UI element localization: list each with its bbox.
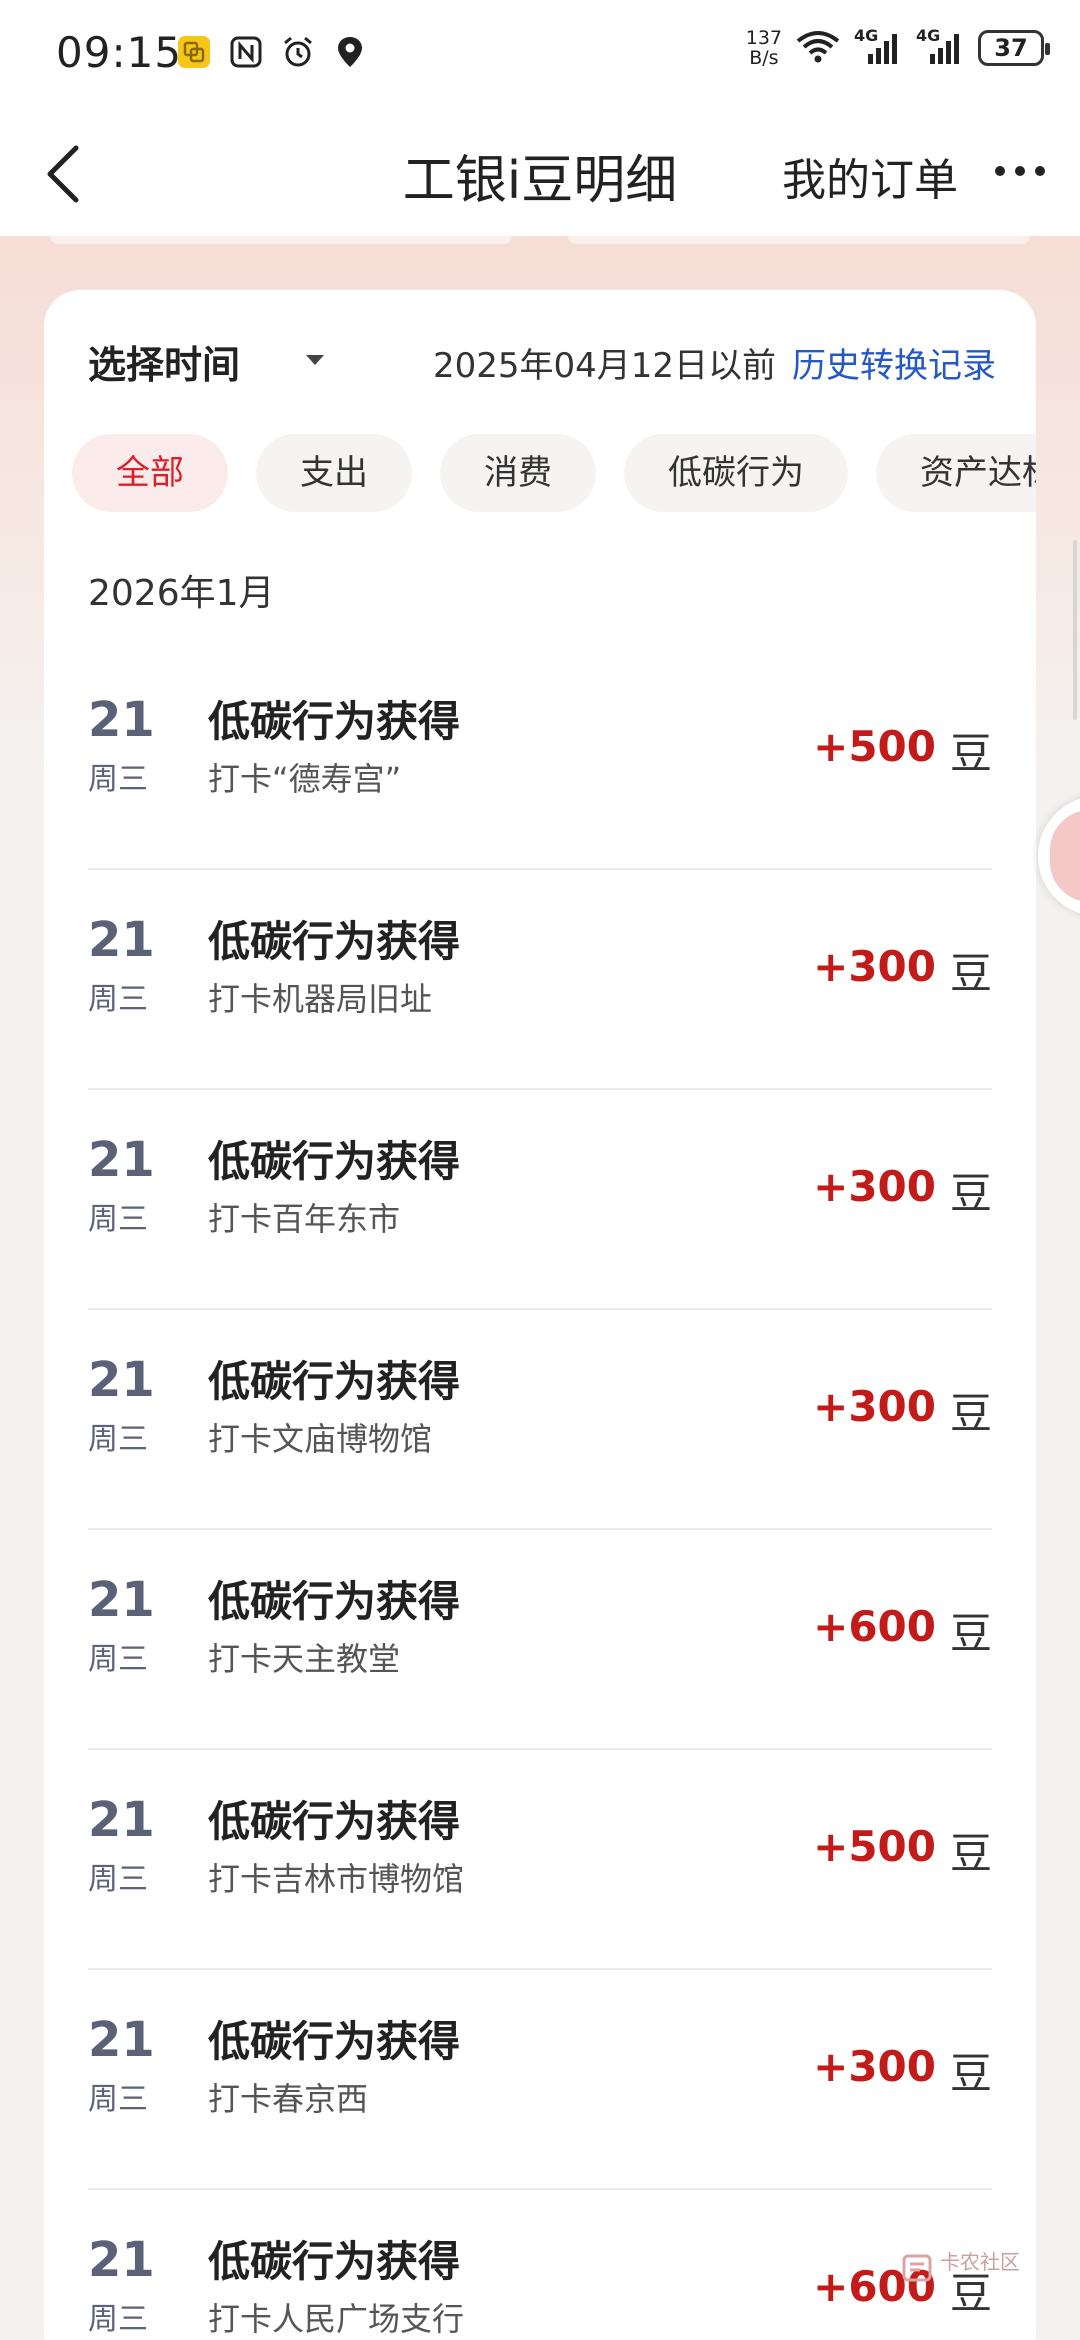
signal-icon: 4G (854, 26, 902, 66)
my-orders-button[interactable]: 我的订单 (782, 144, 958, 208)
summary-card-peek (50, 236, 512, 244)
record-title: 低碳行为获得 (208, 2017, 461, 2066)
record-unit: 豆 (949, 1829, 992, 1878)
record-weekday: 周三 (88, 762, 148, 797)
filter-row: 选择时间 2025年04月12日以前 历史转换记录 (88, 334, 1036, 394)
assistant-avatar-icon (1050, 810, 1080, 902)
location-icon (332, 34, 368, 70)
record-weekday: 周三 (88, 982, 148, 1017)
record-title: 低碳行为获得 (208, 1137, 461, 1186)
tab-consumption[interactable]: 消费 (440, 434, 596, 512)
record-row[interactable]: 21 周三 低碳行为获得 打卡春京西 +300 豆 (88, 1970, 992, 2190)
scrollbar[interactable] (1073, 540, 1077, 720)
record-day: 21 (88, 912, 155, 968)
record-amount: +300 (813, 1162, 936, 1211)
record-weekday: 周三 (88, 1862, 148, 1897)
tab-all[interactable]: 全部 (72, 434, 228, 512)
floating-assistant-button[interactable] (1038, 796, 1080, 916)
record-unit: 豆 (949, 949, 992, 998)
summary-card-peek (568, 236, 1030, 244)
record-amount: +300 (813, 942, 936, 991)
record-weekday: 周三 (88, 1422, 148, 1457)
record-weekday: 周三 (88, 2082, 148, 2117)
status-time: 09:15 (56, 28, 183, 77)
record-row[interactable]: 21 周三 低碳行为获得 打卡吉林市博物馆 +500 豆 (88, 1750, 992, 1970)
record-subtitle: 打卡春京西 (208, 2080, 369, 2118)
record-title: 低碳行为获得 (208, 2237, 461, 2286)
record-amount: +600 (813, 1602, 936, 1651)
tab-low-carbon[interactable]: 低碳行为 (624, 434, 848, 512)
record-row[interactable]: 21 周三 低碳行为获得 打卡机器局旧址 +300 豆 (88, 870, 992, 1090)
record-day: 21 (88, 1792, 155, 1848)
record-title: 低碳行为获得 (208, 697, 461, 746)
record-row[interactable]: 21 周三 低碳行为获得 打卡人民广场支行 +600 豆 (88, 2190, 992, 2340)
record-title: 低碳行为获得 (208, 1797, 461, 1846)
category-tabs: 全部 支出 消费 低碳行为 资产达标 (72, 434, 1036, 514)
record-amount: +300 (813, 1382, 936, 1431)
record-subtitle: 打卡文庙博物馆 (208, 1420, 433, 1458)
record-day: 21 (88, 2012, 155, 2068)
record-subtitle: 打卡天主教堂 (208, 1640, 401, 1678)
status-left-icons (176, 34, 368, 70)
record-subtitle: 打卡机器局旧址 (208, 980, 433, 1018)
signal-icon: 4G (916, 26, 964, 66)
record-weekday: 周三 (88, 2302, 148, 2337)
watermark: 卡农社区 (900, 2246, 1050, 2296)
record-unit: 豆 (949, 729, 992, 778)
record-day: 21 (88, 2232, 155, 2288)
record-title: 低碳行为获得 (208, 1357, 461, 1406)
record-subtitle: 打卡人民广场支行 (208, 2300, 465, 2338)
history-conversion-link[interactable]: 历史转换记录 (792, 338, 996, 387)
status-right-icons: 137 B/s 4G 4G 37 (746, 26, 1050, 68)
nav-bar: 工银i豆明细 我的订单 (0, 108, 1080, 236)
record-weekday: 周三 (88, 1202, 148, 1237)
record-unit: 豆 (949, 1389, 992, 1438)
network-rate-unit: B/s (749, 47, 779, 69)
month-header: 2026年1月 (88, 573, 275, 614)
record-amount: +500 (813, 1822, 936, 1871)
wifi-icon (796, 29, 840, 67)
status-bar: 09:15 137 B/s 4G 4G 37 (0, 0, 1080, 108)
record-unit: 豆 (949, 1609, 992, 1658)
network-rate: 137 B/s (746, 28, 782, 68)
alarm-icon (280, 34, 316, 70)
record-row[interactable]: 21 周三 低碳行为获得 打卡“德寿宫” +500 豆 (88, 650, 992, 870)
date-note: 2025年04月12日以前 (432, 346, 776, 386)
battery-icon: 37 (978, 30, 1050, 66)
record-day: 21 (88, 1352, 155, 1408)
watermark-text: 卡农社区 (940, 2250, 1020, 2274)
record-row[interactable]: 21 周三 低碳行为获得 打卡天主教堂 +600 豆 (88, 1530, 992, 1750)
details-card: 选择时间 2025年04月12日以前 历史转换记录 全部 支出 消费 低碳行为 … (44, 290, 1036, 2340)
record-title: 低碳行为获得 (208, 1577, 461, 1626)
record-unit: 豆 (949, 2049, 992, 2098)
nfc-icon (228, 34, 264, 70)
record-row[interactable]: 21 周三 低碳行为获得 打卡百年东市 +300 豆 (88, 1090, 992, 1310)
record-subtitle: 打卡百年东市 (208, 1200, 401, 1238)
watermark-logo-icon (902, 2254, 932, 2282)
record-title: 低碳行为获得 (208, 917, 461, 966)
record-amount: +500 (813, 722, 936, 771)
record-row[interactable]: 21 周三 低碳行为获得 打卡文庙博物馆 +300 豆 (88, 1310, 992, 1530)
record-day: 21 (88, 692, 155, 748)
tab-asset-target[interactable]: 资产达标 (876, 434, 1036, 512)
record-unit: 豆 (949, 1169, 992, 1218)
tab-expense[interactable]: 支出 (256, 434, 412, 512)
app-notification-icon (176, 34, 212, 70)
record-subtitle: 打卡吉林市博物馆 (208, 1860, 465, 1898)
network-rate-value: 137 (745, 27, 782, 49)
record-day: 21 (88, 1132, 155, 1188)
records-list: 21 周三 低碳行为获得 打卡“德寿宫” +500 豆 21 周三 低碳行为获得… (88, 650, 992, 2340)
record-amount: +300 (813, 2042, 936, 2091)
record-subtitle: 打卡“德寿宫” (208, 760, 402, 798)
select-time-dropdown[interactable]: 选择时间 (88, 334, 240, 389)
more-dots-icon[interactable] (990, 156, 1050, 186)
record-day: 21 (88, 1572, 155, 1628)
record-weekday: 周三 (88, 1642, 148, 1677)
caret-down-icon[interactable] (304, 352, 326, 368)
